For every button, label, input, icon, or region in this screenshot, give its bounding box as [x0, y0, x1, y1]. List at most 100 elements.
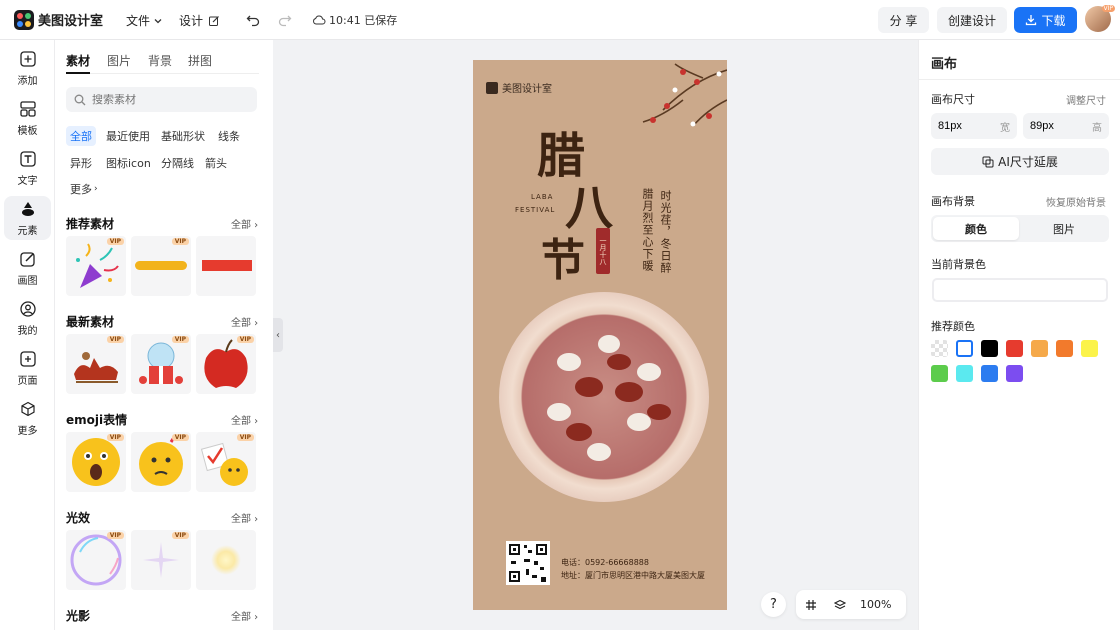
search-input[interactable] [92, 93, 242, 106]
canvas-height-input[interactable] [1030, 120, 1080, 132]
section-all-latest[interactable]: 全部 › [231, 314, 258, 329]
restore-background-link[interactable]: 恢复原始背景 [1046, 194, 1106, 209]
rail-label-draw: 画图 [17, 275, 38, 287]
tab-material[interactable]: 素材 [66, 52, 91, 74]
rail-item-mine[interactable]: 我的 [4, 296, 51, 340]
chip-more[interactable]: 更多 › [66, 179, 102, 199]
poster-title-jie[interactable]: 节 [541, 224, 585, 288]
seg-image[interactable]: 图片 [1021, 217, 1107, 240]
rail-item-elements[interactable]: 元素 [4, 196, 51, 240]
share-button[interactable]: 分 享 [878, 7, 929, 33]
material-thumb-bubble[interactable]: VIP [66, 530, 126, 590]
section-title-emoji: emoji表情 [66, 413, 128, 427]
material-thumb-glow[interactable] [196, 530, 256, 590]
material-thumb-snow-globe[interactable]: VIP [131, 334, 191, 394]
rail-item-add[interactable]: 添加 [4, 46, 51, 90]
undo-button[interactable] [244, 11, 262, 29]
chip-basic-shapes[interactable]: 基础形状 [157, 126, 209, 146]
tab-background[interactable]: 背景 [148, 52, 172, 69]
section-all-recommended[interactable]: 全部 › [231, 216, 258, 231]
poster-contact[interactable]: 电话：0592-66668888 地址：厦门市思明区港中路大厦美图大厦 [561, 556, 705, 582]
chip-dividers[interactable]: 分隔线 [157, 153, 198, 173]
chip-all[interactable]: 全部 [66, 126, 96, 146]
all-label: 全部 [231, 318, 251, 329]
grid-icon[interactable] [805, 599, 817, 611]
download-button[interactable]: 下载 [1014, 7, 1077, 33]
color-swatch[interactable] [981, 340, 998, 357]
tab-images[interactable]: 图片 [107, 52, 131, 69]
poster-brand[interactable]: 美图设计室 [486, 80, 552, 95]
help-button[interactable]: ? [761, 592, 786, 617]
chip-arrows[interactable]: 箭头 [201, 153, 231, 173]
chevron-right-icon: › [94, 184, 98, 194]
ai-size-extend-button[interactable]: AI尺寸延展 [931, 148, 1109, 175]
section-all-light-effects[interactable]: 全部 › [231, 510, 258, 525]
poster-vertical-text-2[interactable]: 时光荏，冬日醉 [657, 190, 673, 274]
checklist-emoji-image [200, 442, 248, 486]
rail-item-template[interactable]: 模板 [4, 96, 51, 140]
sparkle-image [143, 542, 179, 578]
porridge-bowl-image[interactable] [499, 292, 709, 502]
adjust-size-link[interactable]: 调整尺寸 [1066, 92, 1106, 107]
rail-item-draw[interactable]: 画图 [4, 246, 51, 290]
section-all-emoji[interactable]: 全部 › [231, 412, 258, 427]
color-swatch[interactable] [1006, 340, 1023, 357]
color-swatch[interactable] [931, 365, 948, 382]
qr-code[interactable] [506, 541, 550, 585]
canvas-size-label: 画布尺寸 [931, 93, 975, 106]
material-thumb-emoji-thinking[interactable]: VIP [131, 432, 191, 492]
vip-badge: VIP [236, 434, 254, 441]
design-canvas-poster[interactable]: 美图设计室 腊 八 节 LABA FESTIVAL 腊月烈至心下暖 时光荏，冬日… [473, 60, 727, 610]
app-logo[interactable]: 美图设计室 [14, 9, 103, 30]
material-thumb-sleigh[interactable]: VIP [66, 334, 126, 394]
material-thumb-emoji-shocked[interactable]: VIP [66, 432, 126, 492]
chevron-left-icon: ‹ [276, 329, 280, 341]
chip-lines[interactable]: 线条 [214, 126, 244, 146]
rail-item-page[interactable]: 页面 [4, 346, 51, 390]
poster-seal[interactable]: 一月十八 [596, 228, 610, 274]
current-bg-swatch[interactable] [932, 278, 1108, 302]
color-swatch[interactable] [981, 365, 998, 382]
rail-item-text[interactable]: 文字 [4, 146, 51, 190]
width-unit: 宽 [1000, 122, 1010, 134]
material-thumb-sparkle[interactable]: VIP [131, 530, 191, 590]
design-menu[interactable]: 设计 [179, 12, 220, 29]
canvas-width-input[interactable] [938, 120, 988, 132]
file-menu[interactable]: 文件 [126, 12, 163, 29]
rail-item-more[interactable]: 更多 [4, 396, 51, 440]
color-swatch[interactable] [956, 365, 973, 382]
color-swatch[interactable] [1006, 365, 1023, 382]
color-swatch[interactable] [1081, 340, 1098, 357]
tab-collage[interactable]: 拼图 [188, 52, 212, 69]
material-thumb-red-bar[interactable] [196, 236, 256, 296]
poster-laba-en[interactable]: LABA FESTIVAL [515, 191, 555, 217]
canvas-height-field[interactable]: 高 [1023, 113, 1109, 139]
chip-special-shapes[interactable]: 异形 [66, 153, 96, 173]
plum-branch-image [642, 63, 727, 127]
color-swatch[interactable] [1056, 340, 1073, 357]
color-swatch[interactable] [956, 340, 973, 357]
zoom-level[interactable]: 100% [860, 598, 891, 611]
material-thumb-emoji-checklist[interactable]: VIP [196, 432, 256, 492]
vip-badge: VIP [236, 336, 254, 343]
section-all-light-shadow[interactable]: 全部 › [231, 608, 258, 623]
color-swatch[interactable] [1031, 340, 1048, 357]
collapse-panel-button[interactable]: ‹ [273, 318, 283, 352]
material-thumb-brush-stroke[interactable]: VIP [131, 236, 191, 296]
layers-icon[interactable] [834, 599, 846, 611]
color-swatch[interactable] [931, 340, 948, 357]
section-title-light-effects: 光效 [66, 511, 91, 525]
chip-icons[interactable]: 图标icon [102, 153, 155, 173]
poster-vertical-text-1[interactable]: 腊月烈至心下暖 [639, 188, 655, 272]
create-design-button[interactable]: 创建设计 [937, 7, 1007, 33]
chip-recent[interactable]: 最近使用 [102, 126, 154, 146]
canvas-width-field[interactable]: 宽 [931, 113, 1017, 139]
material-thumb-party-popper[interactable]: VIP [66, 236, 126, 296]
material-search[interactable] [66, 87, 257, 112]
seg-color[interactable]: 颜色 [933, 217, 1019, 240]
avatar[interactable]: VIP [1085, 5, 1115, 32]
bubble-image [70, 534, 122, 586]
all-label: 全部 [231, 416, 251, 427]
material-thumb-apple[interactable]: VIP [196, 334, 256, 394]
redo-button[interactable] [276, 11, 294, 29]
